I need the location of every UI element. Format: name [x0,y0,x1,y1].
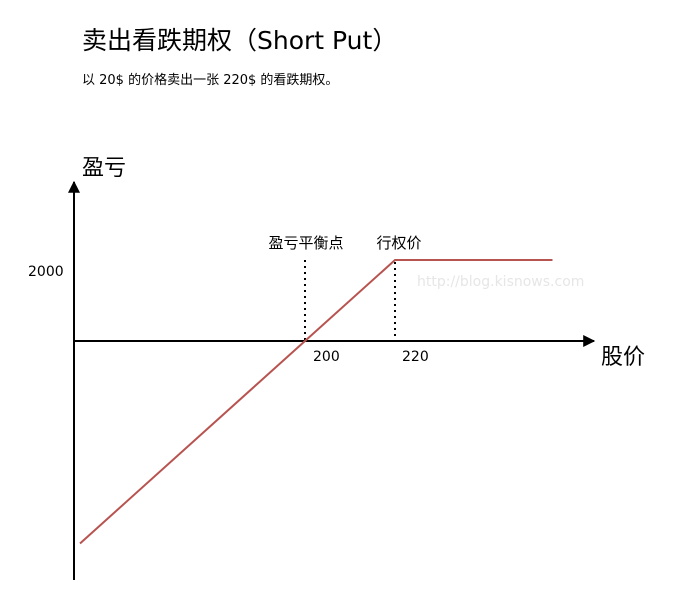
payoff-line [79,259,553,545]
strike-label: 行权价 [376,234,421,252]
payoff-diagram: http://blog.kisnows.com 盈亏 股价 盈亏平衡点 行权价 … [28,156,645,580]
breakeven-label: 盈亏平衡点 [268,234,343,252]
x-tick-label: 220 [402,349,429,365]
x-tick-label: 200 [313,349,340,365]
x-axis-label: 股价 [601,345,645,370]
y-axis-label: 盈亏 [82,156,126,181]
y-tick-label: 2000 [28,264,64,280]
watermark-text: http://blog.kisnows.com [417,274,584,290]
